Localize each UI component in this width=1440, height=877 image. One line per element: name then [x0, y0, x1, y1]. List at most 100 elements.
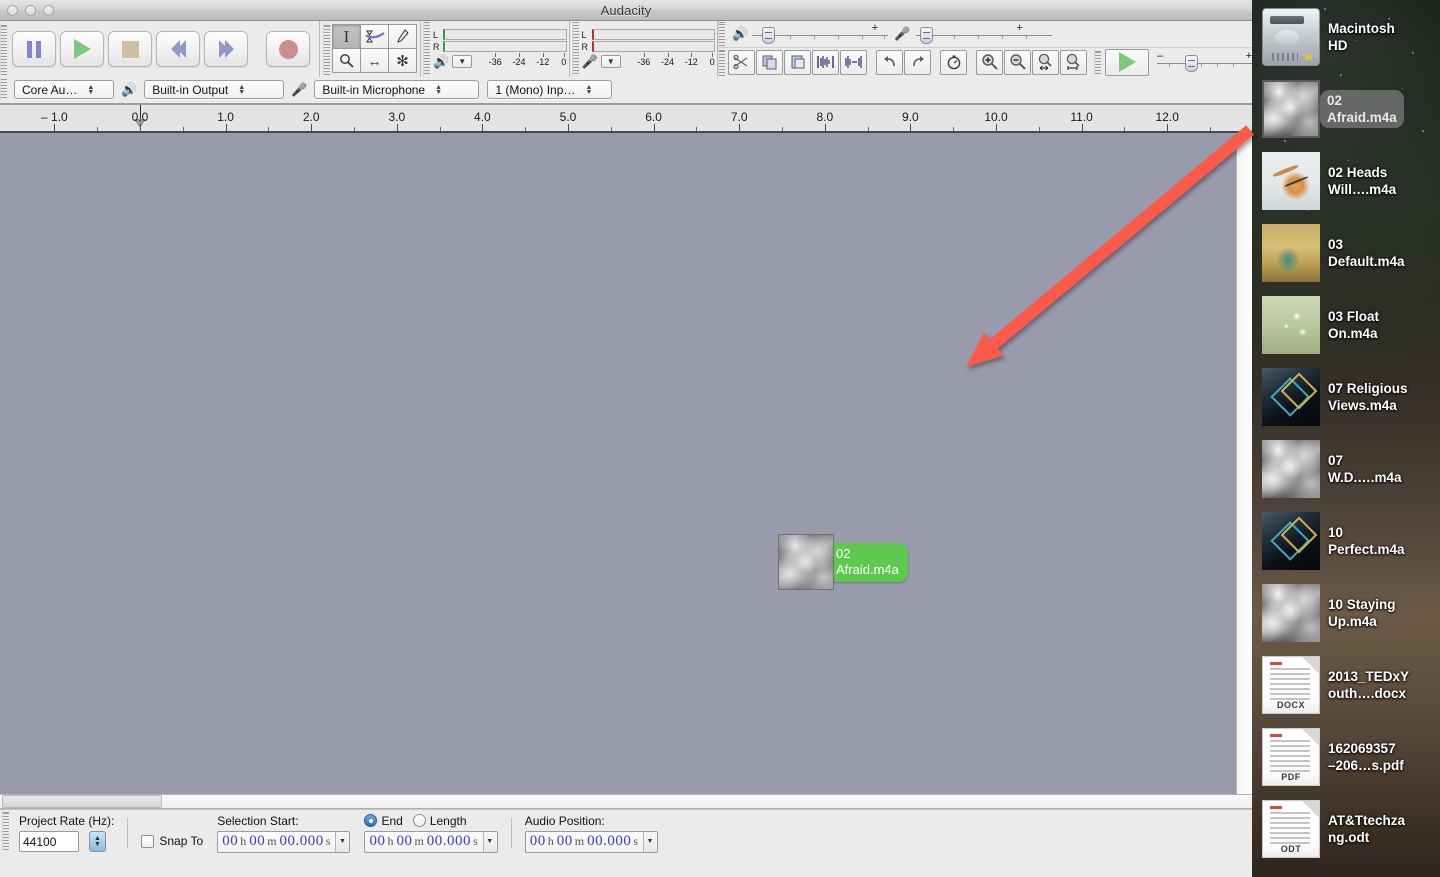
file-10-perfect[interactable]: 10 Perfect.m4a: [1252, 512, 1440, 570]
macintosh-hd[interactable]: Macintosh HD: [1252, 8, 1440, 66]
record-meter-bar-r[interactable]: [591, 41, 715, 52]
play-speed-grip[interactable]: [1094, 48, 1101, 74]
silence-button[interactable]: [840, 49, 867, 75]
file-03-float-on[interactable]: 03 Float On.m4a: [1252, 296, 1440, 354]
record-meter-menu[interactable]: ▼: [600, 55, 621, 68]
fit-selection-button[interactable]: [1032, 49, 1059, 75]
transport-toolbar-grip[interactable]: [0, 23, 7, 75]
pause-button[interactable]: [12, 31, 56, 67]
cut-button[interactable]: [728, 49, 755, 75]
input-volume-slider[interactable]: – +: [916, 22, 1053, 45]
play-speed-slider[interactable]: – +: [1157, 50, 1252, 73]
pos-minutes[interactable]: 00: [557, 833, 573, 850]
end-radio-option[interactable]: End: [364, 814, 403, 828]
selection-start-dropdown[interactable]: ▼: [335, 831, 349, 852]
selection-start-field[interactable]: 00 h 00 m 00.000 s ▼: [217, 830, 351, 853]
timeshift-tool[interactable]: ↔: [360, 48, 389, 73]
selection-toolbar-grip[interactable]: [2, 810, 9, 850]
selection-tool[interactable]: I: [332, 24, 361, 49]
playback-meter-menu[interactable]: ▼: [452, 55, 473, 68]
file-03-default[interactable]: 03 Default.m4a: [1252, 224, 1440, 282]
end-radio[interactable]: [364, 814, 378, 827]
undo-button[interactable]: [876, 49, 903, 75]
horizontal-scrollbar[interactable]: [0, 794, 1252, 809]
device-toolbar-grip[interactable]: [0, 79, 7, 100]
copy-button[interactable]: [756, 49, 783, 75]
selection-end-dropdown[interactable]: ▼: [482, 831, 496, 852]
horizontal-scrollbar-thumb[interactable]: [2, 795, 162, 808]
skip-end-button[interactable]: [204, 31, 248, 67]
trim-button[interactable]: [812, 49, 839, 75]
sel-start-minutes[interactable]: 00: [249, 833, 265, 850]
album-art-icon: [1262, 80, 1320, 138]
snap-to-checkbox[interactable]: [141, 834, 155, 848]
minimize-button[interactable]: [25, 5, 36, 16]
redo-button[interactable]: [904, 49, 931, 75]
mixer-toolbar-grip[interactable]: [718, 21, 725, 47]
record-meter-bar-l[interactable]: [591, 29, 715, 40]
zoom-out-button[interactable]: [1004, 49, 1031, 75]
fit-project-button[interactable]: [1060, 49, 1087, 75]
skip-start-button[interactable]: [156, 31, 200, 67]
zoom-tool[interactable]: [332, 48, 361, 73]
ruler-label: 0.0: [131, 110, 149, 124]
doc-logo: [1269, 806, 1283, 809]
project-rate-stepper[interactable]: ▲ ▼: [89, 831, 106, 852]
close-button[interactable]: [7, 5, 18, 16]
playback-meter-bar-l[interactable]: [443, 29, 567, 40]
sel-start-seconds[interactable]: 00.000: [280, 833, 324, 850]
sel-end-seconds[interactable]: 00.000: [427, 833, 471, 850]
selection-end-field[interactable]: 00 h 00 m 00.000 s ▼: [364, 830, 498, 853]
output-volume-slider[interactable]: – +: [752, 22, 889, 45]
tools-toolbar-grip[interactable]: [323, 23, 330, 75]
stop-button[interactable]: [108, 31, 152, 67]
track-panel[interactable]: 02 Afraid.m4a: [0, 133, 1252, 794]
sel-end-hours[interactable]: 00: [369, 833, 385, 850]
play-at-speed-button[interactable]: [1105, 48, 1149, 76]
playback-meter-grip[interactable]: [423, 22, 430, 76]
zoom-window-button[interactable]: [43, 5, 54, 16]
record-button[interactable]: [266, 31, 310, 67]
audio-host-select[interactable]: Core Au… ▲ ▼: [14, 80, 114, 99]
project-rate-field[interactable]: [19, 831, 79, 852]
playback-meter-bar-r[interactable]: [443, 41, 567, 52]
sel-end-minutes[interactable]: 00: [396, 833, 412, 850]
output-device-select[interactable]: Built-in Output ▲ ▼: [144, 80, 285, 99]
input-channels-select[interactable]: 1 (Mono) Inp… ▲ ▼: [487, 80, 613, 99]
file-02-afraid[interactable]: 02 Afraid.m4a: [1252, 80, 1440, 138]
snap-to-checkbox-row[interactable]: Snap To: [141, 834, 203, 848]
zoom-in-button[interactable]: [976, 49, 1003, 75]
window-controls[interactable]: [7, 5, 54, 16]
edit-toolbar-grip[interactable]: [718, 48, 725, 76]
vertical-scrollbar[interactable]: [1236, 133, 1252, 794]
pos-seconds[interactable]: 00.000: [587, 833, 631, 850]
audio-position-dropdown[interactable]: ▼: [642, 831, 656, 852]
sel-start-hours[interactable]: 00: [222, 833, 238, 850]
envelope-tool[interactable]: [360, 24, 389, 49]
input-volume-thumb[interactable]: [920, 27, 934, 44]
pos-hours[interactable]: 00: [530, 833, 546, 850]
output-volume-thumb[interactable]: [762, 27, 776, 44]
desktop-sidebar[interactable]: Macintosh HD 02 Afraid.m4a 02 Heads Will….m4a…: [1252, 0, 1440, 877]
length-radio[interactable]: [412, 814, 426, 827]
file-attechzang[interactable]: ODT AT&Ttechza ng.odt: [1252, 800, 1440, 858]
file-07-wd[interactable]: 07 W.D.….m4a: [1252, 440, 1440, 498]
project-rate-input[interactable]: [23, 834, 75, 849]
file-07-religious-views[interactable]: 07 Religious Views.m4a: [1252, 368, 1440, 426]
play-button[interactable]: [60, 31, 104, 67]
record-meter-grip[interactable]: [571, 22, 579, 76]
multi-tool[interactable]: ✻: [388, 48, 417, 73]
paste-button[interactable]: [784, 49, 811, 75]
timeline-ruler[interactable]: – 1.0 0.0 1.0 2.0 3.0 4.0 5.0 6.0 7.0 8.0 9.0 10.0 1…: [0, 105, 1252, 133]
draw-tool[interactable]: [388, 24, 417, 49]
play-speed-thumb[interactable]: [1185, 55, 1198, 72]
input-device-select[interactable]: Built-in Microphone ▲ ▼: [314, 80, 480, 99]
end-length-radio-row[interactable]: End Length: [364, 814, 497, 828]
length-radio-option[interactable]: Length: [412, 814, 467, 828]
file-162069357[interactable]: PDF 162069357 –206…s.pdf: [1252, 728, 1440, 786]
file-02-heads-will[interactable]: 02 Heads Will….m4a: [1252, 152, 1440, 210]
timer-record-button[interactable]: [940, 49, 967, 75]
file-10-staying-up[interactable]: 10 Staying Up.m4a: [1252, 584, 1440, 642]
file-2013-tedxyouth[interactable]: DOCX 2013_TEDxY outh….docx: [1252, 656, 1440, 714]
audio-position-field[interactable]: 00 h 00 m 00.000 s ▼: [524, 830, 658, 853]
